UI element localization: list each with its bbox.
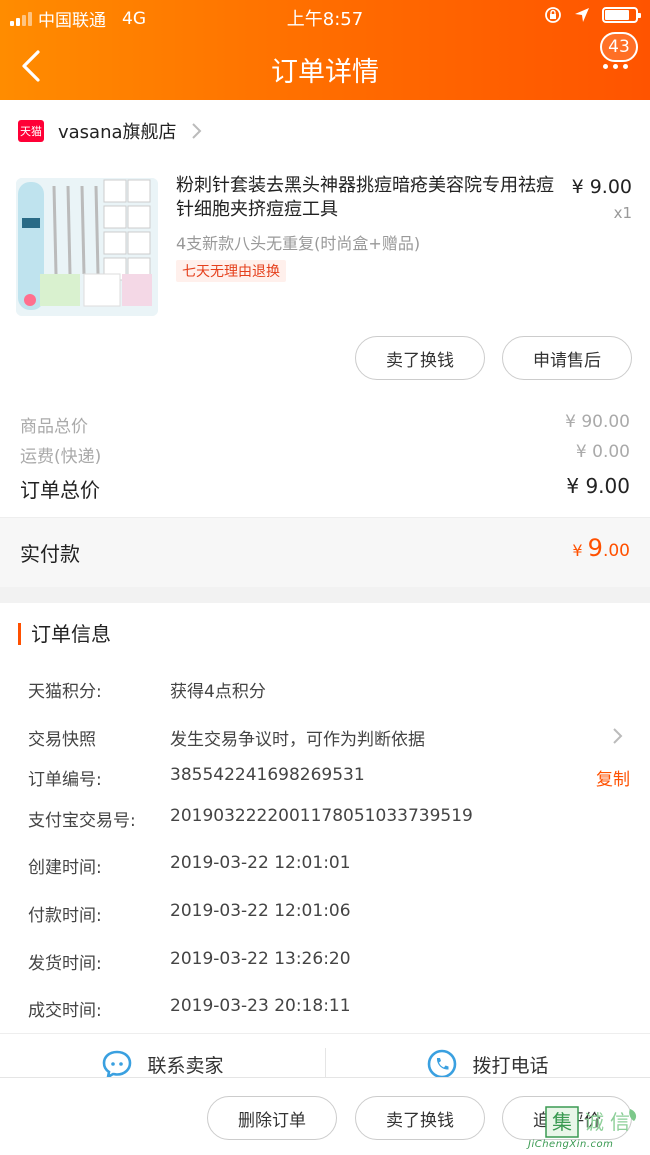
alipay-number-value: 2019032222001178051033739519 bbox=[170, 806, 473, 826]
product-image bbox=[16, 178, 158, 316]
location-arrow-icon bbox=[575, 8, 589, 22]
points-value: 获得4点积分 bbox=[170, 682, 266, 702]
copy-button[interactable]: 复制 bbox=[596, 765, 630, 790]
order-info-section: 订单信息 天猫积分: 获得4点积分 交易快照 发生交易争议时，可作为判断依据 订… bbox=[0, 603, 650, 1033]
more-dots-icon[interactable] bbox=[603, 64, 628, 69]
battery-icon bbox=[602, 7, 641, 23]
svg-text:信: 信 bbox=[610, 1110, 630, 1134]
after-sale-button[interactable]: 申请售后 bbox=[502, 336, 632, 380]
order-total-row: 订单总价 ¥ 9.00 bbox=[20, 474, 630, 503]
shipped-time-value: 2019-03-22 13:26:20 bbox=[170, 949, 351, 969]
paid-amount: ¥ 9.00 bbox=[572, 534, 630, 562]
shipping-row: 运费(快递) ¥ 0.00 bbox=[20, 442, 630, 467]
phone-icon bbox=[428, 1049, 457, 1079]
order-total-value: ¥ 9.00 bbox=[566, 474, 630, 498]
watermark-image: 集 诚 信 bbox=[545, 1106, 637, 1138]
paid-time-value: 2019-03-22 12:01:06 bbox=[170, 901, 351, 921]
watermark-logo: 集 诚 信 JiChengXin.com bbox=[522, 1105, 642, 1153]
product-title[interactable]: 粉刺针套装去黑头神器挑痘暗疮美容院专用祛痘针细胞夹挤痘痘工具 bbox=[176, 174, 556, 222]
paid-time-label: 付款时间: bbox=[28, 906, 102, 926]
svg-text:诚: 诚 bbox=[584, 1110, 604, 1134]
svg-text:集: 集 bbox=[552, 1110, 572, 1134]
created-time-value: 2019-03-22 12:01:01 bbox=[170, 853, 351, 873]
paid-integer: 9 bbox=[587, 534, 603, 562]
goods-total-row: 商品总价 ¥ 90.00 bbox=[20, 412, 630, 437]
points-label: 天猫积分: bbox=[28, 682, 102, 702]
tmall-icon: 天猫 bbox=[18, 120, 44, 142]
goods-total-value: ¥ 90.00 bbox=[565, 412, 630, 432]
rotation-lock-icon bbox=[545, 7, 561, 23]
goods-total-label: 商品总价 bbox=[20, 417, 88, 437]
product-thumbnail[interactable] bbox=[16, 178, 158, 316]
chevron-right-icon bbox=[613, 728, 623, 744]
message-count-badge[interactable]: 43 bbox=[600, 32, 638, 62]
watermark-text: JiChengXin.com bbox=[528, 1139, 614, 1150]
shipped-time-label: 发货时间: bbox=[28, 954, 102, 974]
page-title: 订单详情 bbox=[271, 57, 379, 88]
contact-seller-label: 联系卖家 bbox=[147, 1054, 224, 1077]
delete-order-button[interactable]: 删除订单 bbox=[207, 1096, 337, 1140]
price-summary: 商品总价 ¥ 90.00 运费(快递) ¥ 0.00 订单总价 ¥ 9.00 bbox=[0, 390, 650, 517]
paid-amount-row: 实付款 ¥ 9.00 bbox=[0, 517, 650, 587]
created-time-label: 创建时间: bbox=[28, 858, 102, 878]
app-header: 中国联通 4G 上午8:57 订单详情 43 bbox=[0, 0, 650, 100]
sell-button[interactable]: 卖了换钱 bbox=[355, 336, 485, 380]
order-number-value: 385542241698269531 bbox=[170, 765, 365, 785]
shipping-value: ¥ 0.00 bbox=[575, 442, 630, 462]
return-policy-tag: 七天无理由退换 bbox=[176, 260, 286, 282]
status-bar: 中国联通 4G 上午8:57 bbox=[0, 0, 650, 34]
shipping-label: 运费(快递) bbox=[20, 447, 102, 467]
order-item-card: 天猫 vasana旗舰店 粉刺针套装去黑头神器挑痘暗疮美容院专用祛痘针细胞夹挤痘… bbox=[0, 100, 650, 390]
completed-time-label: 成交时间: bbox=[28, 1001, 102, 1021]
paid-label: 实付款 bbox=[20, 542, 80, 566]
paid-currency: ¥ bbox=[572, 541, 583, 560]
order-number-label: 订单编号: bbox=[28, 770, 102, 790]
store-name: vasana旗舰店 bbox=[58, 122, 177, 143]
product-price: ¥ 9.00 bbox=[571, 176, 632, 198]
bottom-sell-button[interactable]: 卖了换钱 bbox=[355, 1096, 485, 1140]
status-right bbox=[544, 6, 641, 24]
call-phone-label: 拨打电话 bbox=[472, 1054, 549, 1077]
store-row[interactable]: 天猫 vasana旗舰店 bbox=[18, 118, 203, 144]
paid-decimal: .00 bbox=[602, 541, 630, 561]
alipay-number-label: 支付宝交易号: bbox=[28, 811, 136, 831]
chevron-right-icon bbox=[191, 123, 201, 139]
snapshot-value: 发生交易争议时，可作为判断依据 bbox=[170, 730, 425, 750]
completed-time-value: 2019-03-23 20:18:11 bbox=[170, 996, 351, 1016]
chat-icon bbox=[103, 1050, 132, 1079]
order-total-label: 订单总价 bbox=[20, 478, 100, 502]
order-info-heading: 订单信息 bbox=[18, 623, 111, 645]
product-quantity: x1 bbox=[613, 204, 632, 222]
product-spec: 4支新款八头无重复(时尚盒+赠品) bbox=[176, 234, 421, 253]
snapshot-label: 交易快照 bbox=[28, 730, 96, 750]
